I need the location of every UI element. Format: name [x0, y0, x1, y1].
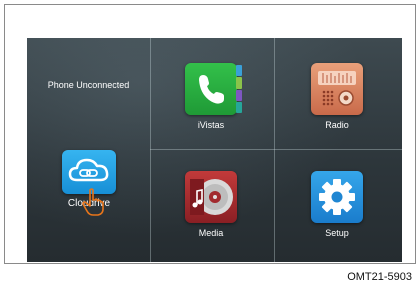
tile-ivistas-label: iVistas: [197, 120, 225, 130]
tile-ivistas[interactable]: iVistas: [185, 63, 242, 130]
media-disc-icon: [185, 171, 237, 223]
tile-cloudrive[interactable]: Cloudrive: [62, 150, 116, 216]
divider-horizontal: [150, 149, 402, 150]
tile-setup-label: Setup: [325, 228, 349, 238]
divider-vertical-right: [274, 38, 275, 262]
figure-code: OMT21-5903: [347, 271, 412, 283]
phone-status-text: Phone Unconnected: [47, 80, 130, 90]
tile-radio[interactable]: Radio: [311, 63, 363, 130]
head-unit-home-screen: Phone Unconnected Cloudrive iVistas Radi…: [27, 38, 402, 262]
gear-icon: [311, 171, 363, 223]
tile-setup[interactable]: Setup: [311, 171, 363, 238]
divider-vertical-left: [150, 38, 151, 262]
radio-icon: [311, 63, 363, 115]
phone-icon: [185, 63, 242, 115]
contacts-tabs: [236, 65, 242, 113]
tile-media[interactable]: Media: [185, 171, 237, 238]
pointing-hand-icon: [82, 188, 104, 216]
tile-radio-label: Radio: [325, 120, 349, 130]
tile-media-label: Media: [198, 228, 224, 238]
